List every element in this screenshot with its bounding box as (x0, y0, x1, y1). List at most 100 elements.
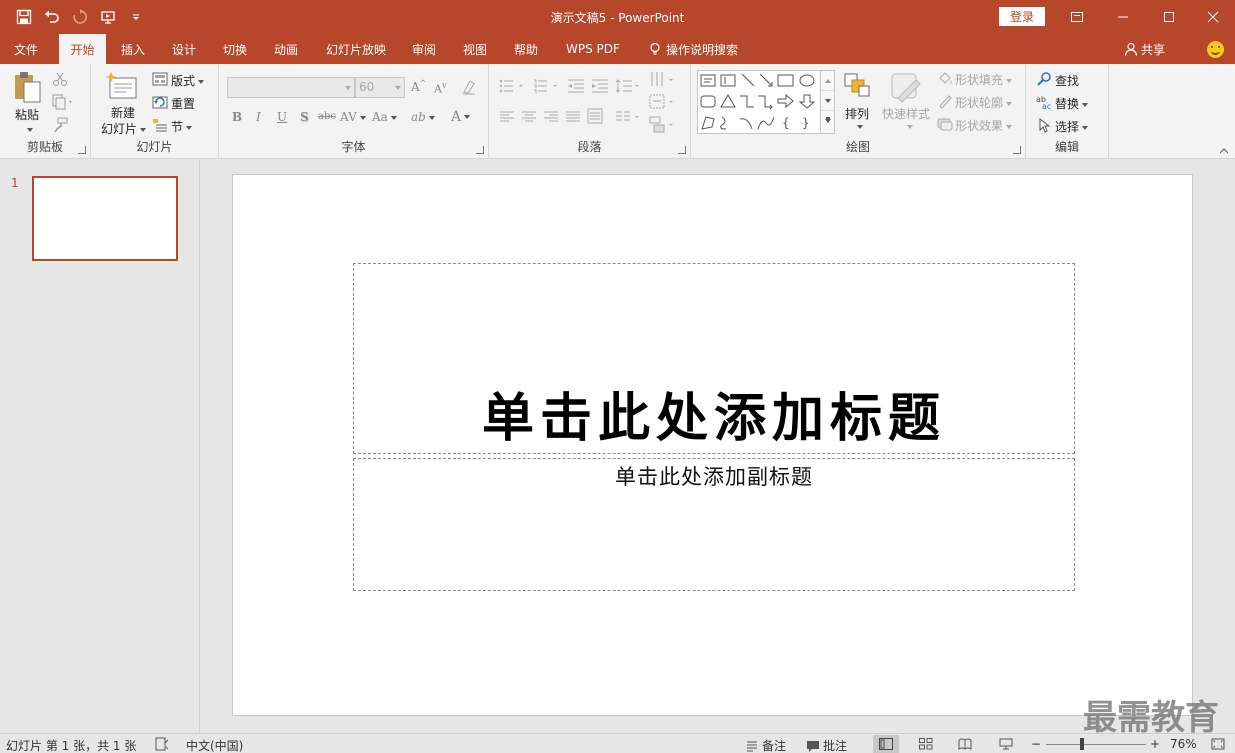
reading-view-icon[interactable] (952, 735, 978, 753)
tab-home[interactable]: 开始 (59, 34, 106, 64)
tab-transitions[interactable]: 切换 (217, 34, 253, 64)
undo-icon[interactable] (38, 4, 66, 30)
shape-effects-label[interactable]: 形状效果 (955, 117, 1013, 134)
shape-fill-icon[interactable] (937, 70, 953, 86)
start-from-beginning-icon[interactable] (94, 4, 122, 30)
clear-formatting-icon[interactable] (461, 79, 477, 95)
bold-button[interactable]: B (232, 110, 242, 124)
shape-fill-label[interactable]: 形状填充 (955, 71, 1013, 88)
decrease-font-icon[interactable]: Av (434, 81, 446, 96)
tell-me-search[interactable]: 操作说明搜索 (642, 34, 744, 64)
format-painter-icon[interactable] (52, 117, 68, 133)
numbering-icon[interactable] (533, 78, 561, 94)
fit-to-window-icon[interactable] (1205, 735, 1231, 753)
distributed-icon[interactable] (587, 108, 603, 124)
cut-icon[interactable] (52, 71, 68, 87)
layout-label[interactable]: 版式 (171, 72, 205, 89)
character-spacing-button[interactable]: AV (340, 110, 366, 124)
slide-sorter-icon[interactable] (913, 735, 939, 753)
slide-canvas[interactable]: 单击此处添加标题 单击此处添加副标题 (232, 174, 1193, 716)
minimize-icon[interactable] (1100, 0, 1146, 34)
font-size-combo[interactable]: 60 (355, 77, 405, 98)
align-left-icon[interactable] (499, 110, 515, 124)
text-shadow-button[interactable]: S (300, 110, 309, 124)
zoom-slider-thumb[interactable] (1080, 738, 1084, 750)
new-slide-label-1[interactable]: 新建 (111, 104, 135, 121)
comments-button[interactable]: 批注 (806, 737, 847, 753)
tab-animations[interactable]: 动画 (268, 34, 304, 64)
title-placeholder[interactable]: 单击此处添加标题 (353, 263, 1075, 454)
text-direction-icon[interactable] (649, 70, 677, 90)
shapes-gallery-scroll[interactable] (820, 71, 834, 133)
columns-icon[interactable] (615, 110, 643, 124)
paste-icon[interactable] (12, 70, 44, 104)
zoom-slider-track[interactable] (1046, 744, 1146, 745)
accessibility-icon[interactable] (155, 737, 172, 751)
font-color-button[interactable]: A (451, 109, 471, 125)
section-icon[interactable] (152, 117, 168, 133)
slide-thumbnail[interactable] (32, 176, 178, 261)
new-slide-label-2[interactable]: 幻灯片 (101, 120, 147, 137)
highlight-button[interactable]: ab (411, 110, 435, 124)
clipboard-launcher[interactable] (78, 146, 86, 154)
shape-outline-icon[interactable] (937, 93, 953, 109)
copy-icon[interactable] (52, 94, 76, 110)
tab-insert[interactable]: 插入 (115, 34, 151, 64)
tab-file[interactable]: 文件 (8, 34, 44, 64)
tab-slideshow[interactable]: 幻灯片放映 (320, 34, 392, 64)
quick-styles-icon[interactable] (890, 72, 922, 104)
save-icon[interactable] (10, 4, 38, 30)
find-icon[interactable] (1036, 71, 1052, 87)
share-button[interactable]: 共享 (1124, 34, 1165, 64)
find-label[interactable]: 查找 (1055, 72, 1079, 89)
drawing-launcher[interactable] (1013, 146, 1021, 154)
zoom-in-button[interactable]: + (1150, 737, 1160, 751)
zoom-out-button[interactable]: − (1031, 737, 1041, 751)
align-center-icon[interactable] (521, 110, 537, 124)
underline-button[interactable]: U (277, 110, 287, 124)
bullets-icon[interactable] (499, 78, 527, 94)
increase-font-icon[interactable]: A^ (411, 79, 426, 94)
paste-dropdown[interactable] (27, 127, 33, 132)
redo-icon[interactable] (66, 4, 94, 30)
maximize-icon[interactable] (1146, 0, 1192, 34)
align-text-icon[interactable] (649, 94, 677, 110)
justify-icon[interactable] (565, 110, 581, 124)
language-status[interactable]: 中文(中国) (186, 737, 243, 753)
normal-view-icon[interactable] (873, 735, 899, 753)
zoom-level[interactable]: 76% (1170, 737, 1197, 751)
new-slide-icon[interactable] (106, 70, 138, 102)
login-button[interactable]: 登录 (999, 7, 1045, 26)
shapes-gallery[interactable]: { } (697, 70, 835, 134)
tab-review[interactable]: 审阅 (406, 34, 442, 64)
replace-icon[interactable]: ab ac (1036, 94, 1052, 110)
close-icon[interactable] (1190, 0, 1235, 34)
tab-design[interactable]: 设计 (166, 34, 202, 64)
shape-effects-icon[interactable] (937, 116, 953, 132)
replace-label[interactable]: 替换 (1055, 95, 1089, 112)
ribbon-display-options-icon[interactable] (1054, 0, 1100, 34)
line-spacing-icon[interactable] (615, 78, 643, 94)
reset-icon[interactable] (152, 94, 168, 110)
decrease-indent-icon[interactable] (567, 78, 585, 94)
smartart-icon[interactable] (649, 116, 677, 134)
feedback-smiley-icon[interactable] (1207, 41, 1224, 58)
reset-label[interactable]: 重置 (171, 95, 195, 112)
subtitle-placeholder[interactable]: 单击此处添加副标题 (353, 458, 1075, 591)
arrange-icon[interactable] (842, 72, 872, 100)
paste-label[interactable]: 粘贴 (15, 106, 39, 123)
tab-help[interactable]: 帮助 (508, 34, 544, 64)
shape-outline-label[interactable]: 形状轮廓 (955, 94, 1013, 111)
section-label[interactable]: 节 (171, 118, 193, 135)
align-right-icon[interactable] (543, 110, 559, 124)
select-icon[interactable] (1036, 117, 1052, 133)
slideshow-view-icon[interactable] (993, 735, 1019, 753)
font-launcher[interactable] (476, 146, 484, 154)
italic-button[interactable]: I (256, 110, 261, 124)
notes-button[interactable]: 备注 (745, 737, 786, 753)
change-case-button[interactable]: Aa (372, 110, 397, 124)
select-label[interactable]: 选择 (1055, 118, 1089, 135)
collapse-ribbon-icon[interactable] (1219, 148, 1229, 154)
customize-qat-icon[interactable] (122, 4, 150, 30)
increase-indent-icon[interactable] (591, 78, 609, 94)
